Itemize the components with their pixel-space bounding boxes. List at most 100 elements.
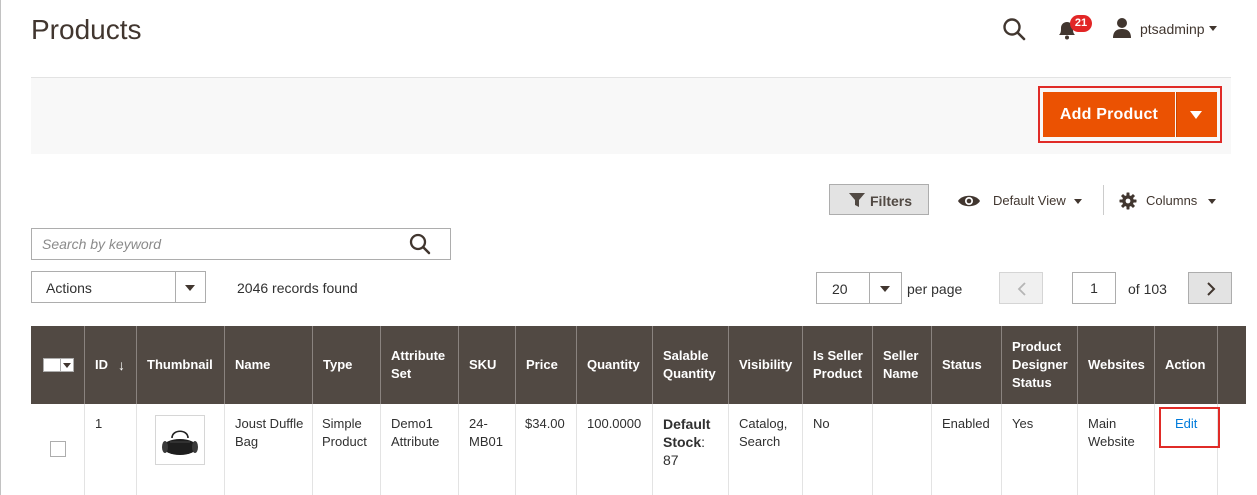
cell-divider [458, 404, 459, 495]
search-input[interactable] [31, 228, 451, 260]
records-found: 2046 records found [237, 280, 358, 296]
current-page-input[interactable] [1072, 272, 1116, 304]
cell-id: 1 [95, 416, 103, 431]
mass-actions-label[interactable]: Actions [46, 280, 92, 296]
column-header-id[interactable]: ID ↓ [85, 326, 136, 404]
page-title: Products [31, 14, 142, 45]
cell-divider [380, 404, 381, 495]
column-header-sku[interactable]: SKU [459, 326, 515, 404]
chevron-left-icon [1017, 282, 1026, 296]
cell-divider [652, 404, 653, 495]
column-header-status[interactable]: Status [932, 326, 1002, 404]
window-edge [0, 0, 1, 495]
column-divider [1154, 326, 1155, 404]
filters-button[interactable]: Filters [829, 184, 929, 215]
cell-divider [931, 404, 932, 495]
column-divider [380, 326, 381, 404]
column-header-seller-name[interactable]: Seller Name [873, 326, 931, 404]
cell-sku: 24-MB01 [469, 416, 503, 449]
columns-control[interactable]: Columns [1146, 193, 1197, 208]
chevron-right-icon [1207, 282, 1216, 296]
search-icon[interactable] [1001, 16, 1027, 42]
cell-salable-quantity: Default Stock: 87 [663, 415, 723, 469]
column-header-product-designer-status[interactable]: Product Designer Status [1002, 326, 1078, 404]
column-header-websites[interactable]: Websites [1078, 326, 1155, 404]
cell-divider [515, 404, 516, 495]
cell-divider [1154, 404, 1155, 495]
gear-icon[interactable] [1119, 192, 1137, 215]
column-header-salable-quantity[interactable]: Salable Quantity [653, 326, 729, 404]
column-divider [931, 326, 932, 404]
column-divider [1001, 326, 1002, 404]
cell-attribute-set: Demo1 Attribute [391, 416, 440, 449]
cell-divider [1001, 404, 1002, 495]
previous-page-button[interactable] [999, 272, 1043, 304]
per-page-value[interactable]: 20 [832, 281, 848, 297]
cell-product-designer-status: Yes [1012, 416, 1034, 431]
caret-down-icon[interactable] [185, 285, 195, 291]
select-all-checkbox[interactable] [43, 358, 61, 372]
caret-down-icon[interactable] [880, 286, 890, 292]
column-divider [84, 326, 85, 404]
sort-arrow-icon[interactable]: ↓ [118, 356, 125, 374]
cell-divider [872, 404, 873, 495]
cell-divider [728, 404, 729, 495]
column-header-is-seller-product[interactable]: Is Seller Product [803, 326, 872, 404]
total-pages: of 103 [1128, 281, 1167, 297]
next-page-button[interactable] [1188, 272, 1232, 304]
per-page-label: per page [907, 281, 963, 297]
filter-icon [849, 193, 865, 211]
cell-websites: Main Website [1088, 416, 1135, 449]
toolbar-divider [1103, 185, 1104, 215]
row-checkbox[interactable] [50, 441, 66, 457]
chevron-down-icon[interactable] [1074, 199, 1082, 204]
chevron-down-icon[interactable] [1209, 26, 1217, 31]
cell-divider [224, 404, 225, 495]
page-edge [1246, 0, 1257, 495]
notification-count-badge[interactable]: 21 [1070, 15, 1092, 32]
column-divider [312, 326, 313, 404]
search-icon[interactable] [406, 232, 434, 256]
cell-divider [576, 404, 577, 495]
cell-is-seller-product: No [813, 416, 830, 431]
view-switcher[interactable]: Default View [993, 193, 1066, 208]
column-divider [872, 326, 873, 404]
cell-status: Enabled [942, 416, 990, 431]
column-divider [802, 326, 803, 404]
caret-down-icon[interactable] [1190, 111, 1202, 119]
cell-name: Joust Duffle Bag [235, 416, 304, 449]
column-header-attribute-set[interactable]: Attribute Set [381, 326, 459, 404]
column-header-visibility[interactable]: Visibility [729, 326, 802, 404]
column-divider [652, 326, 653, 404]
add-product-button[interactable]: Add Product [1043, 92, 1175, 137]
product-thumbnail[interactable] [155, 415, 205, 465]
column-header-quantity[interactable]: Quantity [577, 326, 653, 404]
column-header-thumbnail[interactable]: Thumbnail [137, 326, 224, 404]
caret-down-icon[interactable] [63, 363, 71, 368]
column-header-type[interactable]: Type [313, 326, 381, 404]
column-divider [1217, 326, 1218, 404]
chevron-down-icon[interactable] [1208, 199, 1216, 204]
filters-label: Filters [870, 193, 913, 209]
cell-type: Simple Product [322, 416, 367, 449]
column-header-price[interactable]: Price [516, 326, 577, 404]
edit-link[interactable]: Edit [1175, 416, 1197, 431]
cell-divider [84, 404, 85, 495]
column-divider [136, 326, 137, 404]
cell-quantity: 100.0000 [587, 416, 642, 431]
cell-price: $34.00 [525, 416, 565, 431]
column-divider [458, 326, 459, 404]
column-divider [728, 326, 729, 404]
user-icon[interactable] [1112, 17, 1132, 39]
cell-divider [1077, 404, 1078, 495]
duffle-bag-icon [162, 430, 198, 455]
eye-icon[interactable] [957, 193, 981, 214]
column-header-action: Action [1165, 357, 1206, 372]
column-divider [515, 326, 516, 404]
column-header-name[interactable]: Name [225, 326, 312, 404]
username[interactable]: ptsadminp [1140, 21, 1205, 37]
column-divider [1077, 326, 1078, 404]
column-header-id-label: ID [95, 357, 108, 372]
column-divider [576, 326, 577, 404]
cell-divider [312, 404, 313, 495]
